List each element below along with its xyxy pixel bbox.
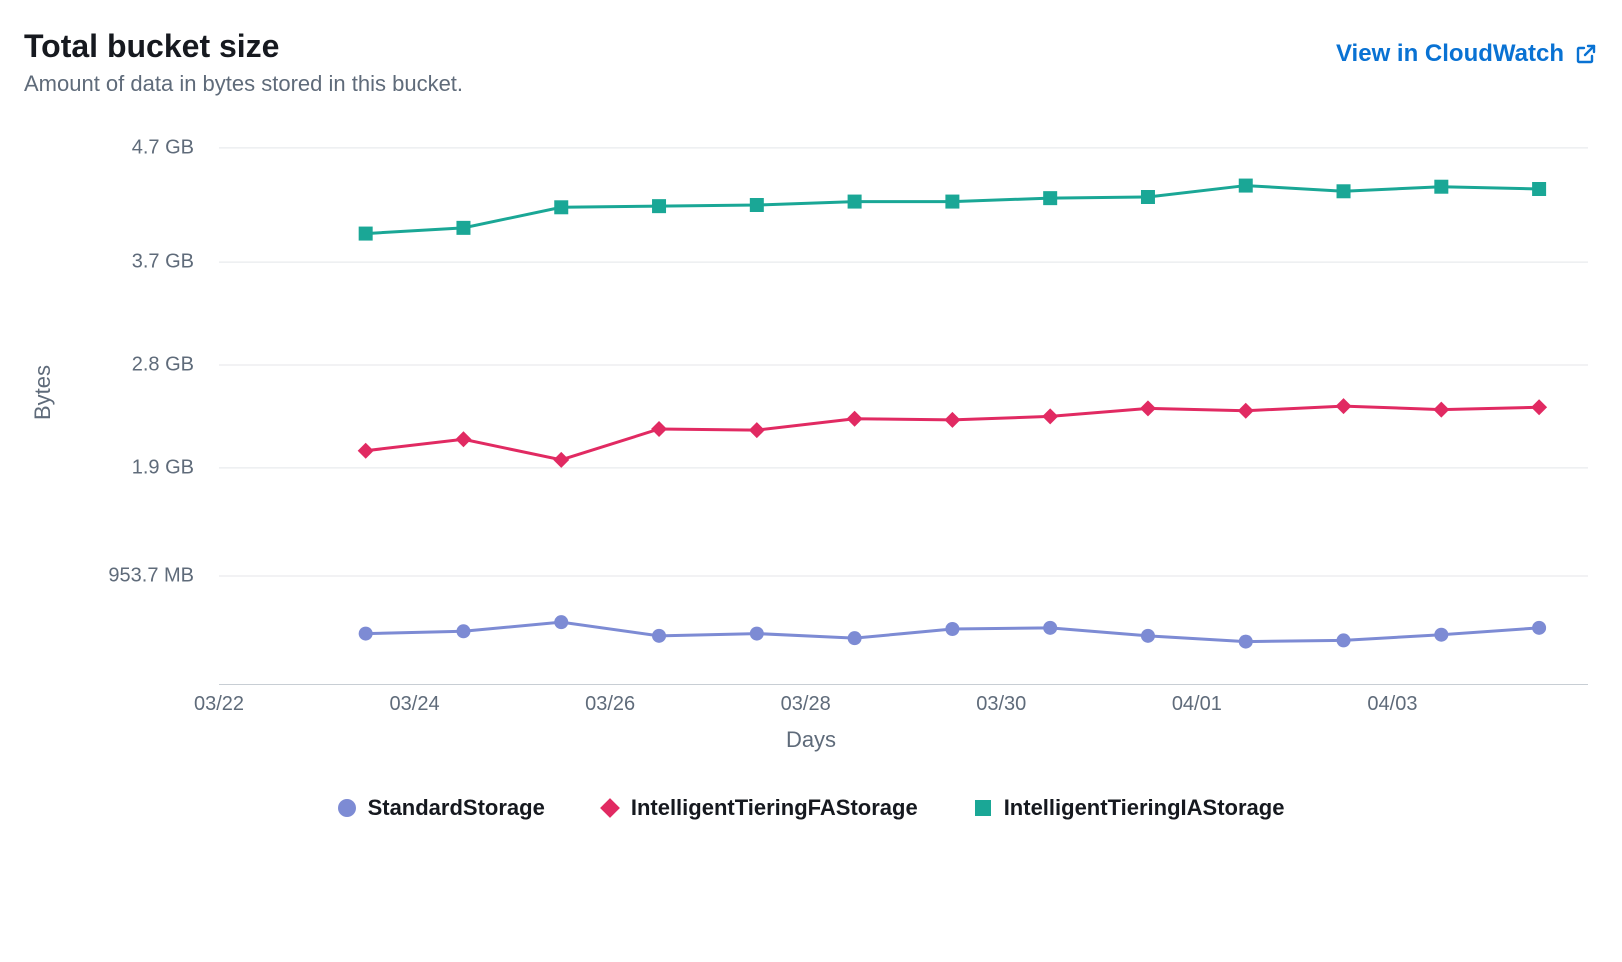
x-tick: 03/28 (781, 693, 831, 716)
y-tick: 1.9 GB (24, 456, 194, 479)
bucket-size-chart: Bytes 953.7 MB1.9 GB2.8 GB3.7 GB4.7 GB 0… (24, 115, 1598, 905)
x-tick: 04/01 (1172, 693, 1222, 716)
link-label: View in CloudWatch (1336, 40, 1564, 68)
square-marker-icon (974, 799, 992, 817)
legend-label: IntelligentTieringFAStorage (631, 795, 918, 821)
legend: StandardStorage IntelligentTieringFAStora… (24, 795, 1598, 821)
x-tick: 03/30 (976, 693, 1026, 716)
chart-title: Total bucket size (24, 28, 463, 65)
plot-area (219, 125, 1588, 685)
legend-label: StandardStorage (368, 795, 545, 821)
legend-item[interactable]: IntelligentTieringFAStorage (601, 795, 918, 821)
x-tick: 04/03 (1367, 693, 1417, 716)
legend-item[interactable]: IntelligentTieringIAStorage (974, 795, 1285, 821)
chart-subtitle: Amount of data in bytes stored in this b… (24, 71, 463, 97)
x-tick: 03/22 (194, 693, 244, 716)
y-tick: 953.7 MB (24, 565, 194, 588)
circle-marker-icon (338, 799, 356, 817)
x-axis-ticks: 03/2203/2403/2603/2803/3004/0104/03 (219, 693, 1588, 723)
x-axis-label: Days (24, 727, 1598, 753)
legend-label: IntelligentTieringIAStorage (1004, 795, 1285, 821)
y-tick: 4.7 GB (24, 136, 194, 159)
x-tick: 03/26 (585, 693, 635, 716)
y-tick: 3.7 GB (24, 251, 194, 274)
y-tick: 2.8 GB (24, 354, 194, 377)
diamond-marker-icon (601, 799, 619, 817)
legend-item[interactable]: StandardStorage (338, 795, 545, 821)
x-tick: 03/24 (390, 693, 440, 716)
view-in-cloudwatch-link[interactable]: View in CloudWatch (1336, 40, 1598, 68)
external-link-icon (1574, 42, 1598, 66)
